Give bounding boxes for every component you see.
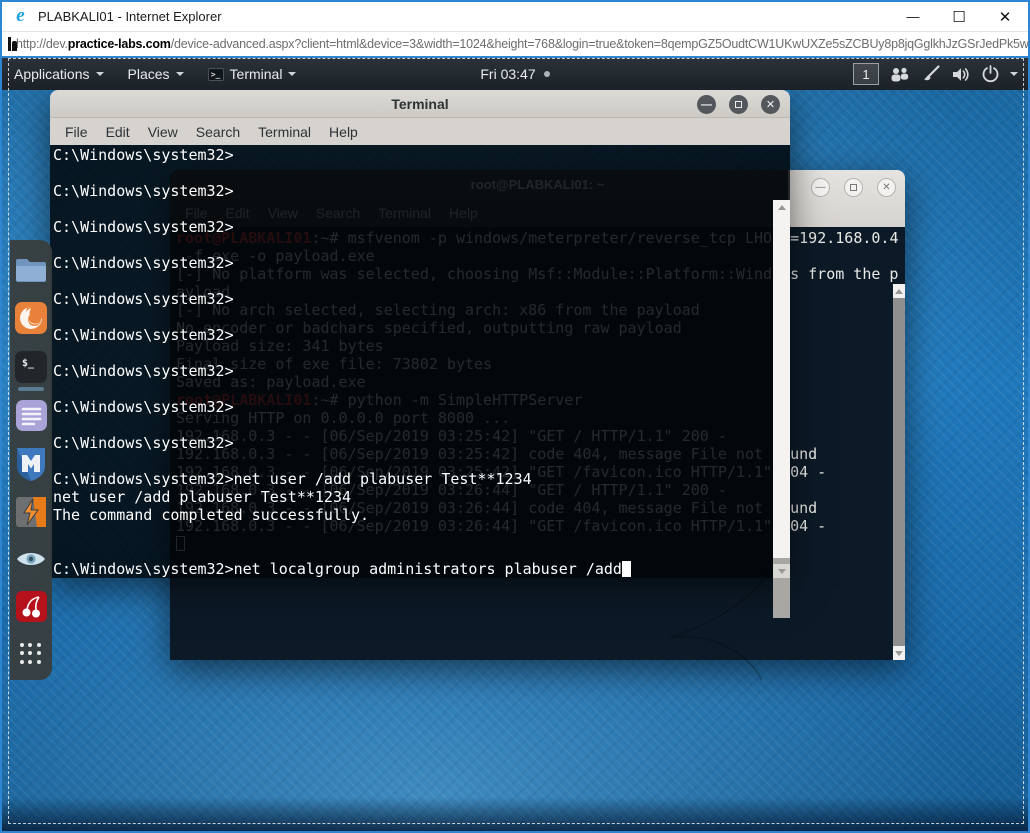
foreground-terminal-viewport[interactable]: C:\Windows\system32> C:\Windows\system32…	[50, 145, 790, 618]
foreground-terminal-titlebar[interactable]: Terminal — ✕	[50, 90, 790, 118]
internet-explorer-icon: e	[16, 5, 25, 26]
foreground-terminal-text: C:\Windows\system32> C:\Windows\system32…	[53, 146, 773, 578]
terminal-line: C:\Windows\system32>	[53, 182, 234, 200]
scroll-down-icon[interactable]	[893, 646, 905, 660]
ie-window-title: PLABKALI01 - Internet Explorer	[38, 9, 222, 24]
terminal-appmenu-label: Terminal	[229, 66, 283, 82]
applications-menu[interactable]: Applications	[2, 58, 116, 90]
close-icon[interactable]: ✕	[877, 178, 896, 197]
minimize-button[interactable]: —	[890, 2, 936, 31]
menu-item-search[interactable]: Search	[187, 121, 249, 143]
chevron-down-icon	[175, 72, 184, 76]
background-terminal-titlebar-exposed: — ✕	[788, 170, 905, 227]
dock-metasploit-icon[interactable]	[14, 447, 48, 481]
grid-icon	[20, 643, 42, 665]
terminal-appmenu[interactable]: >_ Terminal	[196, 58, 309, 90]
foreground-terminal-window[interactable]: Terminal — ✕ File Edit View Search Terminal H…	[50, 90, 790, 618]
svg-text:$_: $_	[22, 358, 35, 369]
running-indicator	[18, 387, 44, 391]
volume-icon[interactable]	[951, 62, 971, 86]
terminal-line: C:\Windows\system32>	[53, 146, 234, 164]
url-text[interactable]: http://dev.practice-labs.com/device-adva…	[16, 37, 1029, 51]
terminal-line: C:\Windows\system32>	[53, 326, 234, 344]
ie-window: e PLABKALI01 - Internet Explorer — ☐ ✕ h…	[0, 0, 1030, 833]
ie-titlebar: e PLABKALI01 - Internet Explorer — ☐ ✕	[2, 2, 1028, 31]
scroll-down-icon[interactable]	[773, 564, 790, 578]
chevron-down-icon	[95, 72, 104, 76]
scroll-up-icon[interactable]	[893, 284, 905, 298]
scroll-up-icon[interactable]	[773, 201, 790, 214]
gnome-topbar: Applications Places >_ Terminal Fri 03:4…	[2, 58, 1028, 90]
dock-firefox-icon[interactable]	[14, 301, 48, 335]
maximize-button[interactable]: ☐	[936, 2, 982, 31]
foreground-terminal-menubar: File Edit View Search Terminal Help	[50, 118, 790, 145]
brush-icon[interactable]	[921, 62, 941, 86]
system-menu-caret-icon[interactable]	[1010, 72, 1018, 76]
users-icon[interactable]	[889, 62, 911, 86]
menu-item-view[interactable]: View	[139, 121, 187, 143]
terminal-line: net user /add plabuser Test**1234	[53, 488, 352, 506]
terminal-line: The command completed successfully.	[53, 506, 370, 524]
notification-dot-icon	[543, 71, 550, 77]
places-label: Places	[127, 66, 170, 82]
maximize-icon[interactable]	[729, 95, 748, 114]
dock-terminal-icon[interactable]: $_	[14, 350, 48, 391]
show-applications-button[interactable]	[14, 638, 48, 670]
dock-eye-icon[interactable]	[14, 543, 48, 575]
terminal-line: C:\Windows\system32>	[53, 398, 234, 416]
foreground-terminal-title: Terminal	[391, 95, 449, 112]
minimize-icon[interactable]: —	[697, 95, 716, 114]
dock-armitage-icon[interactable]	[14, 496, 48, 528]
menu-item-help[interactable]: Help	[320, 121, 367, 143]
dock-files-icon[interactable]	[14, 254, 48, 286]
ie-address-bar[interactable]: http://dev.practice-labs.com/device-adva…	[2, 31, 1029, 56]
menu-item-file[interactable]: File	[56, 121, 97, 143]
kali-desktop: Applications Places >_ Terminal Fri 03:4…	[2, 58, 1028, 831]
minimize-icon[interactable]: —	[811, 178, 830, 197]
dock: $_	[10, 240, 52, 680]
background-terminal-scrollbar[interactable]	[893, 284, 905, 660]
terminal-line: C:\Windows\system32>	[53, 254, 234, 272]
workspace-indicator[interactable]: 1	[853, 63, 879, 85]
dock-text-editor-icon[interactable]	[14, 399, 48, 432]
terminal-mini-icon: >_	[207, 67, 224, 81]
terminal-line: C:\Windows\system32>net user /add plabus…	[53, 470, 532, 488]
terminal-line: C:\Windows\system32>	[53, 218, 234, 236]
close-icon[interactable]: ✕	[761, 95, 780, 114]
terminal-cursor	[621, 561, 631, 577]
dock-cherrytree-icon[interactable]	[14, 590, 48, 623]
maximize-icon[interactable]	[844, 178, 863, 197]
terminal-line: C:\Windows\system32>	[53, 362, 234, 380]
menu-item-terminal[interactable]: Terminal	[249, 121, 320, 143]
terminal-line: C:\Windows\system32>	[53, 434, 234, 452]
terminal-line: C:\Windows\system32>net localgroup admin…	[53, 560, 773, 578]
clock-label: Fri 03:47	[480, 66, 536, 82]
chevron-down-icon	[288, 72, 297, 76]
places-menu[interactable]: Places	[116, 58, 196, 90]
foreground-terminal-scrollbar[interactable]	[773, 200, 790, 618]
close-button[interactable]: ✕	[982, 2, 1028, 31]
menu-item-edit[interactable]: Edit	[97, 121, 139, 143]
terminal-line: C:\Windows\system32>	[53, 290, 234, 308]
applications-label: Applications	[14, 66, 90, 82]
power-icon[interactable]	[981, 62, 1000, 86]
